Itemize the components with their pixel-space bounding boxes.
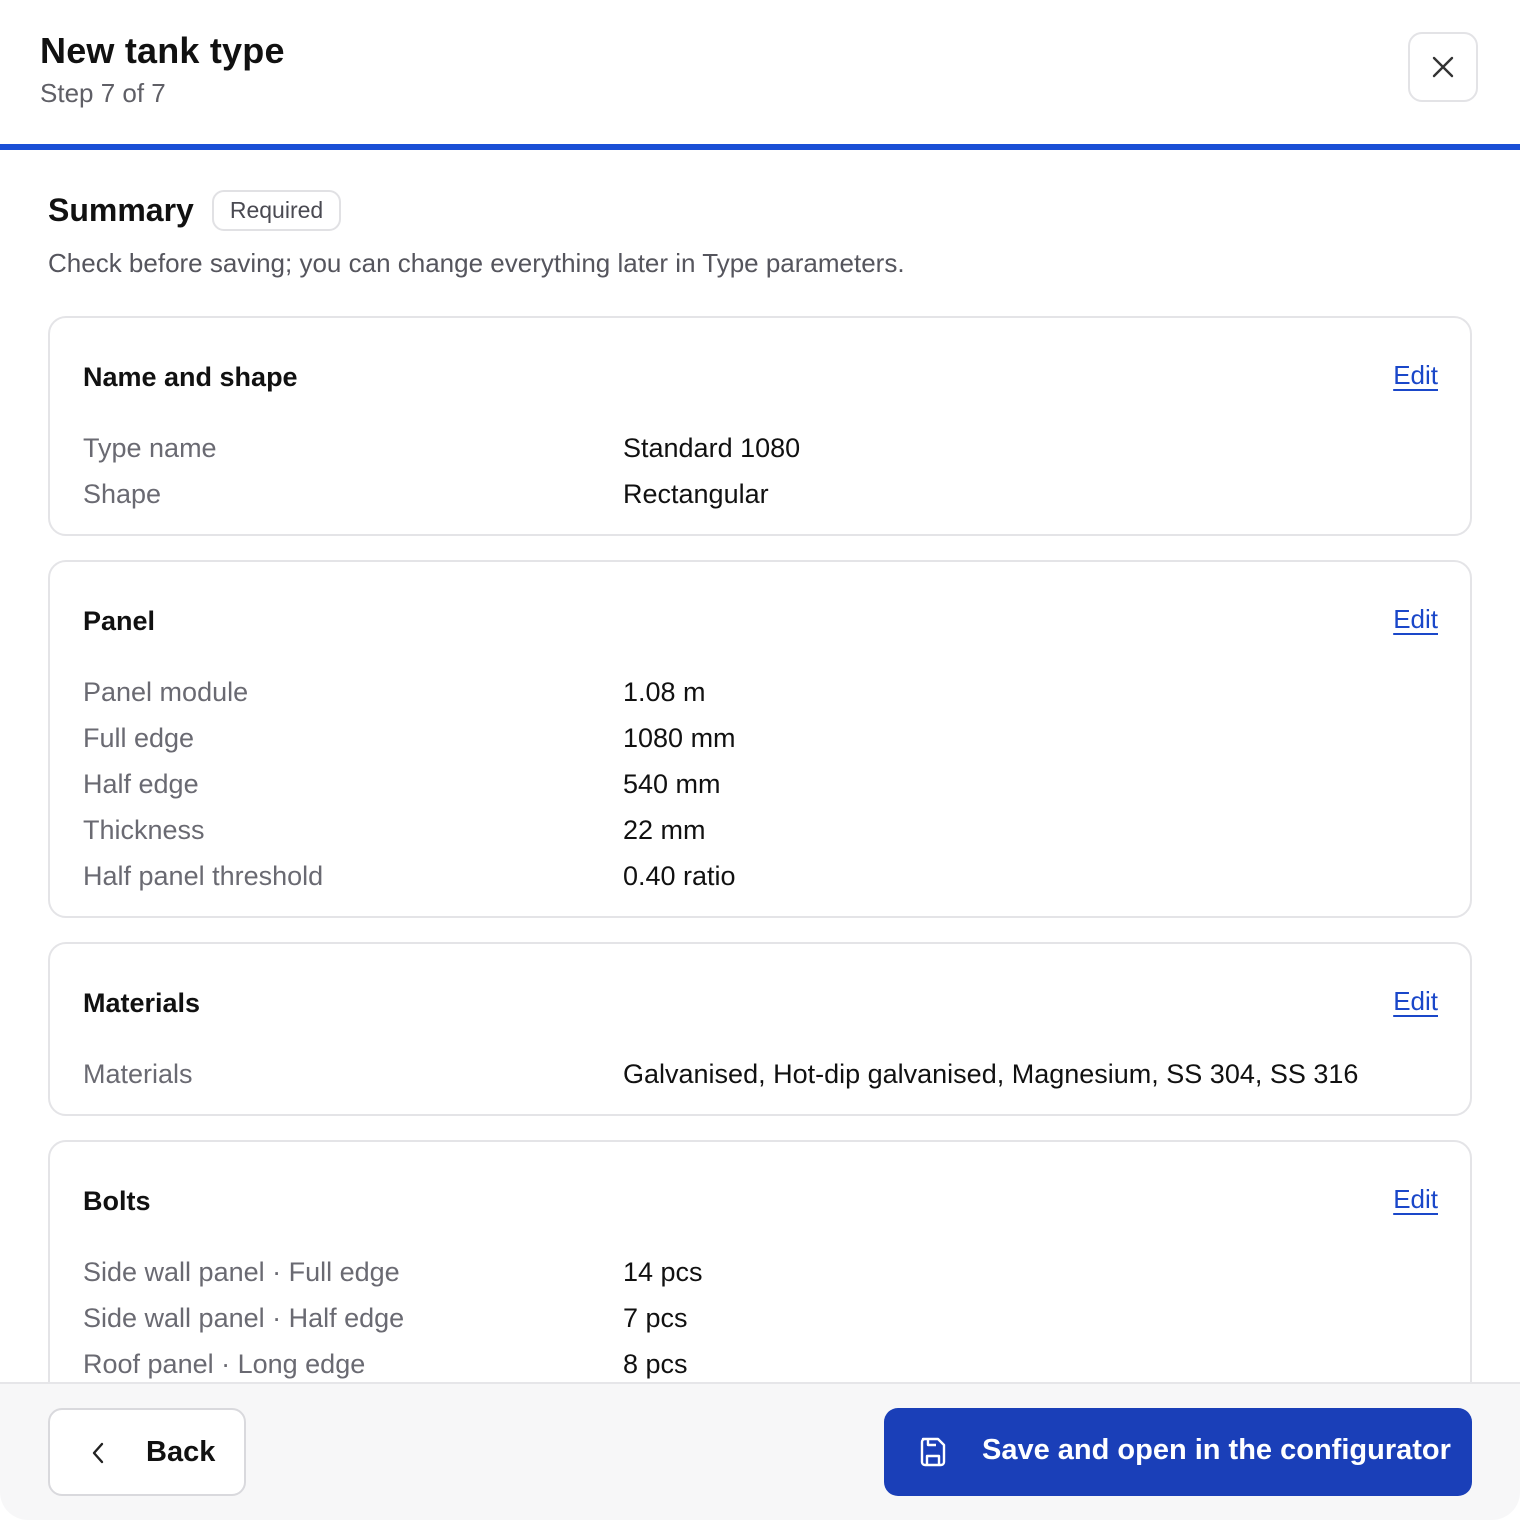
summary-row: Roof panel · Long edge 8 pcs bbox=[83, 1346, 1438, 1382]
summary-row: Full edge 1080 mm bbox=[83, 720, 1438, 766]
row-value: 7 pcs bbox=[623, 1303, 688, 1333]
summary-title: Summary bbox=[48, 192, 194, 228]
card-materials: Materials Edit Materials Galvanised, Hot… bbox=[48, 942, 1472, 1116]
row-label: Half panel threshold bbox=[83, 861, 324, 891]
row-value: 540 mm bbox=[623, 769, 721, 799]
card-name-and-shape: Name and shape Edit Type name Standard 1… bbox=[48, 316, 1472, 536]
row-value: 1080 mm bbox=[623, 723, 736, 753]
summary-header: Summary Required bbox=[48, 190, 342, 231]
summary-row: Thickness 22 mm bbox=[83, 812, 1438, 858]
back-button[interactable]: Back bbox=[48, 1408, 246, 1496]
row-label: Panel module bbox=[83, 677, 249, 707]
save-button-label: Save and open in the configurator bbox=[982, 1434, 1451, 1466]
dialog-content[interactable]: Summary Required Check before saving; yo… bbox=[0, 150, 1520, 1382]
save-icon bbox=[920, 1437, 946, 1467]
required-badge: Required bbox=[211, 190, 342, 231]
step-indicator: Step 7 of 7 bbox=[40, 78, 166, 108]
row-value: Rectangular bbox=[623, 479, 769, 509]
new-tank-type-dialog: New tank type Step 7 of 7 Summary Requir… bbox=[0, 0, 1520, 1520]
row-label: Shape bbox=[83, 479, 162, 509]
row-label: Side wall panel · Full edge bbox=[83, 1257, 400, 1287]
card-title: Materials bbox=[83, 988, 201, 1018]
card-rows: Type name Standard 1080 Shape Rectangula… bbox=[83, 430, 1438, 522]
row-label: Thickness bbox=[83, 815, 205, 845]
back-button-label: Back bbox=[146, 1436, 216, 1468]
summary-row: Shape Rectangular bbox=[83, 476, 1438, 522]
card-panel: Panel Edit Panel module 1.08 m Full edge… bbox=[48, 560, 1472, 918]
row-label: Materials bbox=[83, 1059, 193, 1089]
summary-row: Side wall panel · Half edge 7 pcs bbox=[83, 1300, 1438, 1346]
card-title: Bolts bbox=[83, 1186, 151, 1216]
close-icon bbox=[1432, 56, 1454, 78]
edit-panel-link[interactable]: Edit bbox=[1393, 604, 1438, 635]
dialog-header: New tank type Step 7 of 7 bbox=[0, 0, 1520, 144]
dialog-title: New tank type bbox=[40, 30, 285, 71]
edit-name-and-shape-link[interactable]: Edit bbox=[1393, 360, 1438, 391]
summary-description: Check before saving; you can change ever… bbox=[48, 248, 905, 278]
row-value: 8 pcs bbox=[623, 1349, 688, 1379]
summary-row: Side wall panel · Full edge 14 pcs bbox=[83, 1254, 1438, 1300]
card-rows: Side wall panel · Full edge 14 pcs Side … bbox=[83, 1254, 1438, 1382]
close-button[interactable] bbox=[1408, 32, 1478, 102]
summary-row: Panel module 1.08 m bbox=[83, 674, 1438, 720]
summary-row: Type name Standard 1080 bbox=[83, 430, 1438, 476]
card-title: Name and shape bbox=[83, 362, 298, 392]
row-label: Half edge bbox=[83, 769, 199, 799]
card-title: Panel bbox=[83, 606, 156, 636]
row-label: Roof panel · Long edge bbox=[83, 1349, 366, 1379]
row-value: 14 pcs bbox=[623, 1257, 703, 1287]
row-label: Side wall panel · Half edge bbox=[83, 1303, 405, 1333]
save-and-open-configurator-button[interactable]: Save and open in the configurator bbox=[884, 1408, 1472, 1496]
summary-row: Materials Galvanised, Hot-dip galvanised… bbox=[83, 1056, 1438, 1102]
edit-materials-link[interactable]: Edit bbox=[1393, 986, 1438, 1017]
row-value: 1.08 m bbox=[623, 677, 706, 707]
dialog-footer: Back Save and open in the configurator bbox=[0, 1382, 1520, 1520]
row-label: Full edge bbox=[83, 723, 195, 753]
summary-row: Half edge 540 mm bbox=[83, 766, 1438, 812]
edit-bolts-link[interactable]: Edit bbox=[1393, 1184, 1438, 1215]
row-value: Standard 1080 bbox=[623, 433, 801, 463]
card-rows: Panel module 1.08 m Full edge 1080 mm Ha… bbox=[83, 674, 1438, 904]
row-value: Galvanised, Hot-dip galvanised, Magnesiu… bbox=[623, 1059, 1359, 1089]
row-value: 0.40 ratio bbox=[623, 861, 736, 891]
chevron-left-icon bbox=[92, 1442, 104, 1464]
card-bolts: Bolts Edit Side wall panel · Full edge 1… bbox=[48, 1140, 1472, 1382]
row-label: Type name bbox=[83, 433, 217, 463]
summary-row: Half panel threshold 0.40 ratio bbox=[83, 858, 1438, 904]
row-value: 22 mm bbox=[623, 815, 706, 845]
card-rows: Materials Galvanised, Hot-dip galvanised… bbox=[83, 1056, 1438, 1102]
